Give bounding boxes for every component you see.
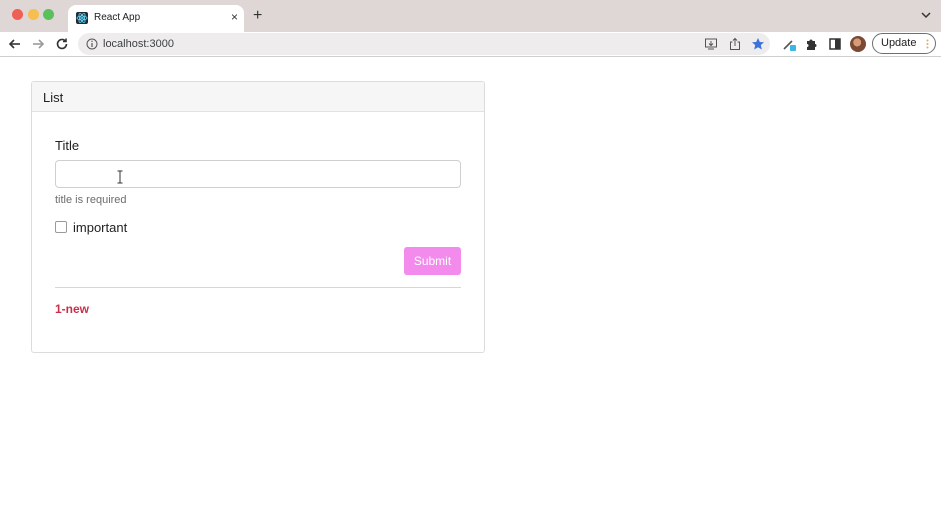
profile-avatar[interactable]	[850, 36, 866, 52]
window-zoom-button[interactable]	[43, 9, 54, 20]
window-close-button[interactable]	[12, 9, 23, 20]
new-tab-button[interactable]: +	[253, 8, 262, 24]
react-logo-icon	[76, 12, 88, 24]
side-panel-icon[interactable]	[828, 37, 842, 51]
tab-close-icon[interactable]: ×	[231, 10, 238, 24]
update-label: Update	[881, 37, 917, 49]
browser-tabbar: React App × +	[0, 0, 941, 32]
bookmark-star-icon[interactable]	[751, 37, 765, 51]
back-arrow-icon[interactable]	[7, 36, 23, 52]
share-icon[interactable]	[728, 37, 742, 51]
title-error-text: title is required	[55, 194, 127, 206]
important-label[interactable]: important	[73, 220, 127, 235]
submit-button[interactable]: Submit	[404, 247, 461, 275]
tab-title: React App	[94, 12, 141, 23]
browser-toolbar: localhost:3000 Update	[0, 32, 941, 56]
forward-arrow-icon[interactable]	[30, 36, 46, 52]
list-card: List Title title is required important S…	[31, 81, 485, 353]
pen-extension-icon[interactable]	[782, 37, 796, 51]
card-title: List	[43, 90, 64, 105]
list-item: 1-new	[55, 302, 90, 316]
info-icon[interactable]	[86, 38, 98, 50]
address-bar[interactable]: localhost:3000	[78, 33, 770, 55]
window-minimize-button[interactable]	[28, 9, 39, 20]
browser-tab-active[interactable]: React App ×	[68, 5, 244, 32]
divider	[55, 287, 461, 288]
puzzle-extensions-icon[interactable]	[804, 37, 818, 51]
important-checkbox[interactable]	[55, 221, 67, 233]
title-label: Title	[55, 138, 80, 153]
chevron-down-icon[interactable]	[921, 10, 931, 20]
reload-icon[interactable]	[54, 36, 70, 52]
chrome-divider	[0, 56, 941, 57]
more-options-icon[interactable]	[926, 39, 929, 49]
text-cursor-icon	[117, 170, 123, 184]
update-button[interactable]: Update	[872, 33, 936, 54]
card-header: List	[32, 82, 484, 112]
url-text: localhost:3000	[103, 38, 174, 50]
install-app-icon[interactable]	[704, 37, 718, 51]
